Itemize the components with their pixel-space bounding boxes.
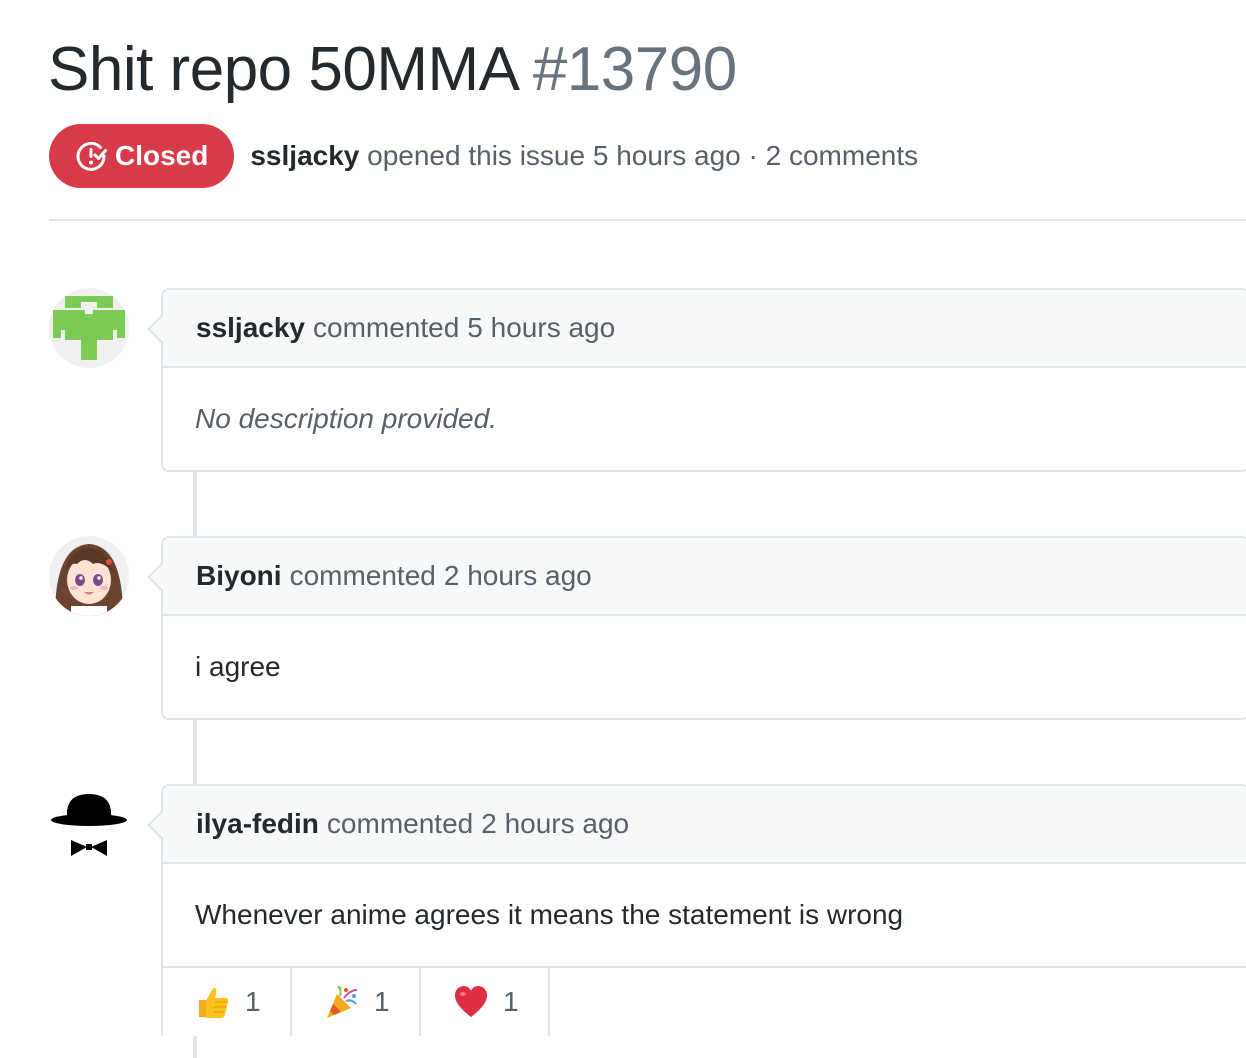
status-badge[interactable]: Closed <box>49 124 235 188</box>
comment: ssljacky commented 5 hours ago No descri… <box>147 288 1246 472</box>
comment-header: ilya-fedin commented 2 hours ago <box>147 786 1246 864</box>
reactions-bar: 1 1 1 <box>163 966 1246 1036</box>
comment-body: Whenever anime agrees it means the state… <box>195 899 904 930</box>
thumbs-up-icon <box>195 984 231 1020</box>
reaction-count: 1 <box>503 986 519 1017</box>
party-popper-icon <box>324 984 360 1020</box>
issue-closed-icon <box>75 140 107 172</box>
comment-time[interactable]: 2 hours ago <box>444 560 592 592</box>
comment-action: commented <box>326 808 474 839</box>
comment-time[interactable]: 2 hours ago <box>481 808 629 840</box>
comment-author[interactable]: Biyoni <box>196 560 282 592</box>
comment-header: ssljacky commented 5 hours ago <box>147 290 1246 368</box>
identicon-avatar <box>49 288 129 368</box>
reaction-count: 1 <box>374 986 390 1017</box>
reaction-count: 1 <box>245 986 261 1017</box>
issue-meta-details: opened this issue 5 hours ago · 2 commen… <box>367 140 919 171</box>
avatar[interactable] <box>49 288 129 368</box>
reaction-heart[interactable]: 1 <box>421 968 550 1036</box>
hat-bowtie-avatar <box>49 784 129 864</box>
comment-author[interactable]: ssljacky <box>196 312 305 344</box>
comment-body: i agree <box>195 651 281 682</box>
heart-icon <box>453 984 489 1020</box>
avatar[interactable] <box>49 784 129 864</box>
status-badge-label: Closed <box>115 140 209 171</box>
reaction-hooray[interactable]: 1 <box>292 968 421 1036</box>
comment-body: No description provided. <box>195 403 497 434</box>
issue-number: #13790 <box>532 35 737 104</box>
comment-time[interactable]: 5 hours ago <box>467 312 615 344</box>
issue-title: Shit repo 50MMA #13790 <box>48 32 737 108</box>
comment-author[interactable]: ilya-fedin <box>196 808 319 840</box>
issue-author-link[interactable]: ssljacky <box>250 140 359 171</box>
comment: Biyoni commented 2 hours ago i agree <box>147 536 1246 720</box>
comment: ilya-fedin commented 2 hours ago Wheneve… <box>147 784 1246 1036</box>
anime-girl-avatar <box>49 536 129 616</box>
issue-page: Shit repo 50MMA #13790 Closed ssljacky o… <box>0 0 1246 1058</box>
comment-action: commented <box>313 312 460 343</box>
comment-header: Biyoni commented 2 hours ago <box>147 538 1246 616</box>
header-divider <box>49 219 1246 221</box>
issue-meta-text: ssljacky opened this issue 5 hours ago ·… <box>250 140 918 172</box>
avatar[interactable] <box>49 536 129 616</box>
issue-meta: Closed ssljacky opened this issue 5 hour… <box>49 124 918 188</box>
reaction-thumbs-up[interactable]: 1 <box>163 968 292 1036</box>
comment-action: commented <box>289 560 436 591</box>
issue-title-text: Shit repo 50MMA <box>48 35 517 104</box>
